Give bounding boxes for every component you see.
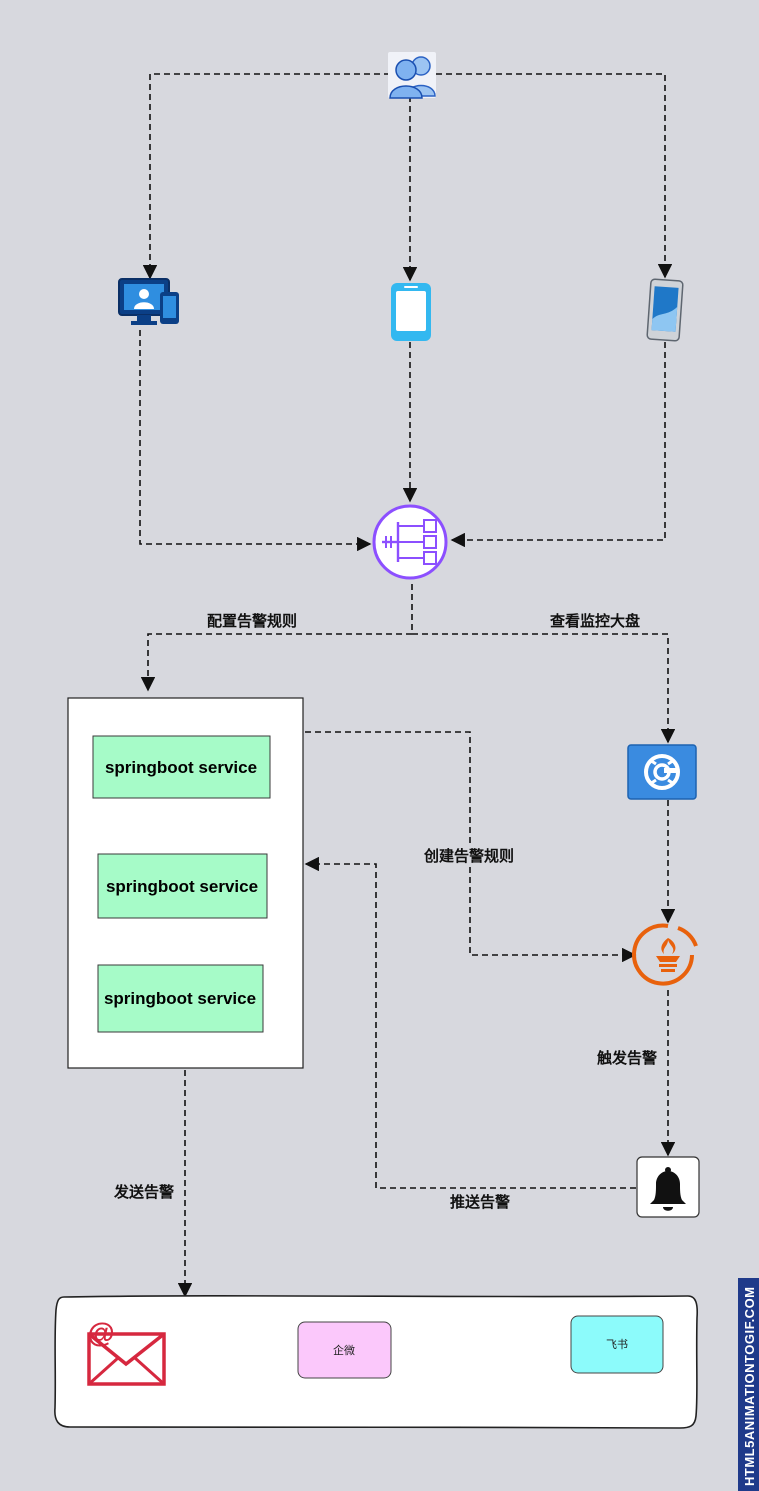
edge-services-prometheus: [305, 731, 637, 963]
channels-container: @ 企微 飞书: [54, 1295, 699, 1429]
label-view-dashboard: 查看监控大盘: [550, 612, 640, 630]
bell-icon: [636, 1156, 700, 1218]
wecom-label: 企微: [333, 1343, 355, 1357]
edge-users-desktop: [142, 73, 390, 280]
desktop-device-icon: [118, 278, 179, 325]
gateway-icon: [372, 504, 448, 580]
label-push-alert: 推送告警: [450, 1193, 510, 1211]
label-send-alert: 发送告警: [113, 1183, 174, 1201]
prometheus-icon: [632, 923, 698, 986]
label-create-rules: 创建告警规则: [423, 847, 514, 865]
service-label: springboot service: [104, 989, 256, 1008]
watermark: HTML5ANIMATIONTOGIF.COM: [738, 1278, 759, 1491]
edge-gateway-services: [140, 584, 413, 692]
wecom-channel-box: 企微: [297, 1321, 392, 1379]
mobile-phone-icon: [391, 283, 431, 341]
label-config-rules: 配置告警规则: [207, 612, 297, 630]
label-trigger-alert: 触发告警: [597, 1049, 657, 1067]
service-box: springboot service: [97, 853, 268, 919]
connectors: [139, 73, 676, 1298]
watermark-text: HTML5ANIMATIONTOGIF.COM: [742, 1286, 757, 1486]
feishu-channel-box: 飞书: [570, 1315, 664, 1374]
edge-desktop-gateway: [139, 330, 372, 552]
service-box: springboot service: [97, 964, 264, 1033]
grafana-icon: [627, 744, 697, 800]
service-label: springboot service: [106, 877, 258, 896]
edge-tablet-gateway: [450, 342, 666, 548]
feishu-label: 飞书: [606, 1338, 628, 1351]
service-label: springboot service: [105, 758, 257, 777]
services-container: springboot service springboot service sp…: [67, 697, 304, 1069]
svg-text:@: @: [87, 1317, 114, 1348]
architecture-diagram: 配置告警规则 查看监控大盘 创建告警规则 触发告警 推送告警 发送告警 spri…: [54, 52, 759, 1491]
users-icon: [388, 52, 436, 99]
edge-users-tablet: [436, 73, 673, 279]
edge-gateway-grafana: [412, 633, 676, 744]
service-box: springboot service: [92, 735, 271, 799]
tablet-icon: [646, 278, 684, 342]
edge-bell-services: [304, 856, 636, 1189]
